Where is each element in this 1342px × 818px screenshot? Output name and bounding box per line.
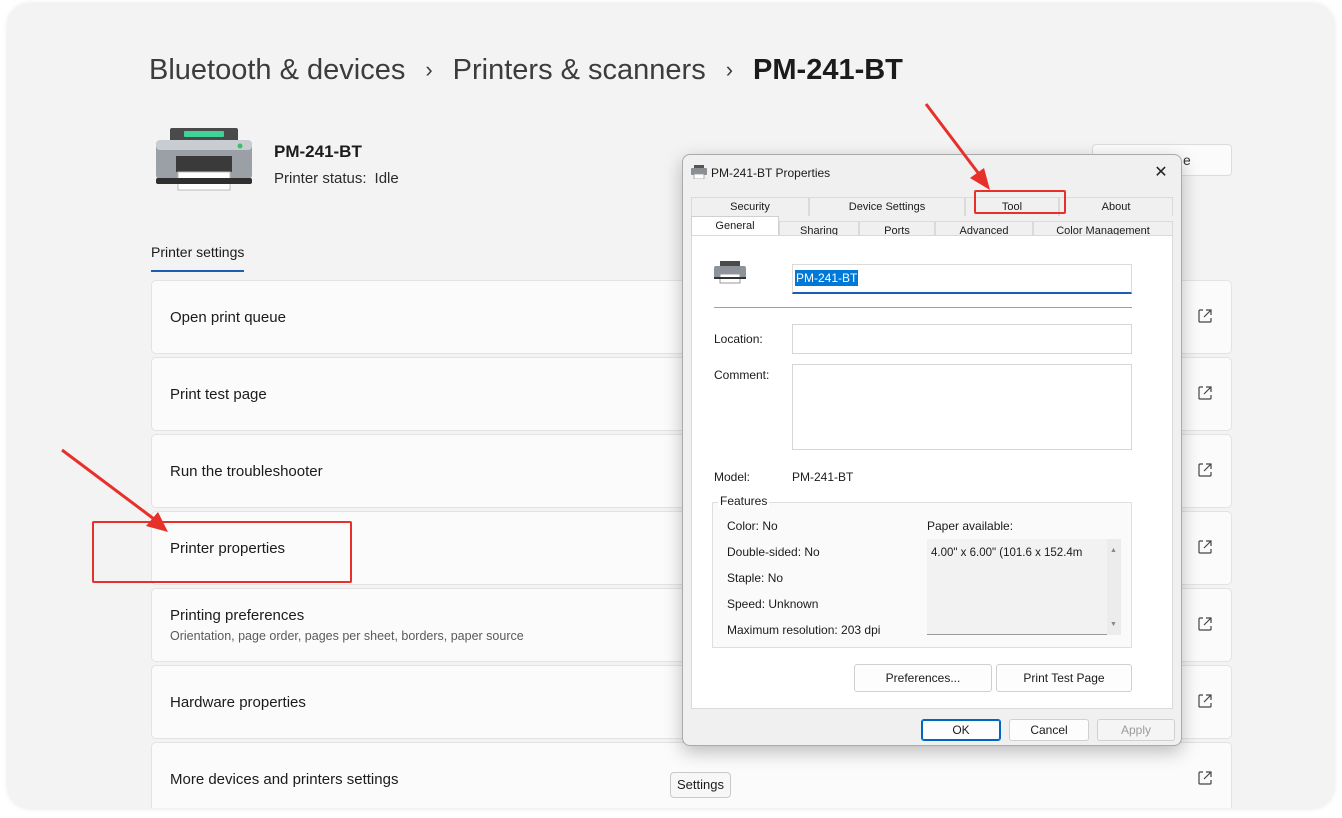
location-label: Location:	[714, 332, 763, 346]
general-tab-panel: PM-241-BT Location: Comment: Model: PM-2…	[691, 235, 1173, 709]
breadcrumb-separator: ›	[425, 57, 433, 82]
open-external-icon	[1198, 309, 1212, 323]
open-external-icon	[1198, 694, 1212, 708]
row-label: Print test page	[170, 386, 267, 403]
location-field[interactable]	[792, 324, 1132, 354]
breadcrumb: Bluetooth & devices › Printers & scanner…	[149, 50, 903, 90]
row-label: Printing preferences	[170, 607, 305, 624]
open-external-icon	[1198, 771, 1212, 785]
printer-status-label: Printer status:	[274, 170, 367, 187]
printer-status-value: Idle	[374, 170, 399, 187]
divider	[714, 307, 1132, 308]
feature-double-sided: Double-sided: No	[727, 545, 820, 559]
feature-speed: Speed: Unknown	[727, 597, 819, 611]
row-label: Open print queue	[170, 309, 286, 326]
printer-status: Printer status: Idle	[274, 170, 399, 187]
printer-icon	[714, 261, 746, 284]
preferences-button[interactable]: Preferences...	[854, 664, 992, 692]
comment-label: Comment:	[714, 368, 770, 382]
scroll-down-icon[interactable]: ▼	[1110, 621, 1117, 628]
tab-about[interactable]: About	[1059, 197, 1173, 216]
row-sublabel: Orientation, page order, pages per sheet…	[170, 629, 524, 643]
model-value: PM-241-BT	[792, 470, 854, 484]
breadcrumb-bluetooth-devices[interactable]: Bluetooth & devices	[149, 54, 405, 87]
tab-security[interactable]: Security	[691, 197, 809, 216]
scroll-up-icon[interactable]: ▲	[1110, 547, 1117, 554]
printer-name: PM-241-BT	[274, 142, 362, 161]
comment-field[interactable]	[792, 364, 1132, 450]
feature-staple: Staple: No	[727, 571, 784, 585]
breadcrumb-printers-scanners[interactable]: Printers & scanners	[453, 54, 706, 87]
feature-color: Color: No	[727, 519, 778, 533]
feature-max-resolution: Maximum resolution: 203 dpi	[727, 623, 881, 637]
dialog-title: PM-241-BT Properties	[711, 166, 831, 180]
print-test-page-button[interactable]: Print Test Page	[996, 664, 1132, 692]
open-external-icon	[1198, 463, 1212, 477]
breadcrumb-current: PM-241-BT	[753, 53, 903, 86]
tab-device-settings[interactable]: Device Settings	[809, 197, 965, 216]
model-label: Model:	[714, 470, 751, 484]
printer-small-icon	[691, 165, 707, 179]
ok-button[interactable]: OK	[921, 719, 1001, 741]
apply-button[interactable]: Apply	[1097, 719, 1175, 741]
properties-dialog: PM-241-BT Properties ✕ Security Device S…	[682, 154, 1182, 746]
annotation-arrow-icon	[61, 448, 168, 532]
cancel-button[interactable]: Cancel	[1009, 719, 1089, 741]
open-external-icon	[1198, 386, 1212, 400]
close-icon[interactable]: ✕	[1149, 161, 1173, 185]
row-label: More devices and printers settings	[170, 771, 399, 788]
paper-available-list[interactable]: 4.00" x 6.00" (101.6 x 152.4m ▲ ▼	[927, 539, 1121, 635]
tab-printer-settings[interactable]: Printer settings	[151, 244, 245, 272]
settings-window: Bluetooth & devices › Printers & scanner…	[8, 4, 1334, 808]
row-label: Hardware properties	[170, 694, 306, 711]
printer-name-value: PM-241-BT	[795, 270, 859, 286]
printer-name-input[interactable]: PM-241-BT	[792, 264, 1132, 294]
features-legend: Features	[718, 494, 770, 508]
paper-available-label: Paper available:	[927, 519, 1014, 533]
row-label: Run the troubleshooter	[170, 463, 323, 480]
features-group: Color: No Double-sided: No Staple: No Sp…	[712, 502, 1132, 648]
annotation-arrow-icon	[924, 103, 990, 190]
breadcrumb-separator: ›	[725, 57, 734, 82]
paper-list-scrollbar[interactable]: ▲ ▼	[1107, 539, 1121, 635]
tab-row-top: Security Device Settings Tool About	[691, 197, 1173, 216]
paper-item[interactable]: 4.00" x 6.00" (101.6 x 152.4m	[931, 547, 1103, 559]
printer-icon	[156, 128, 252, 191]
open-external-icon	[1198, 540, 1212, 554]
settings-tooltip: Settings	[670, 772, 731, 798]
open-external-icon	[1198, 617, 1212, 631]
